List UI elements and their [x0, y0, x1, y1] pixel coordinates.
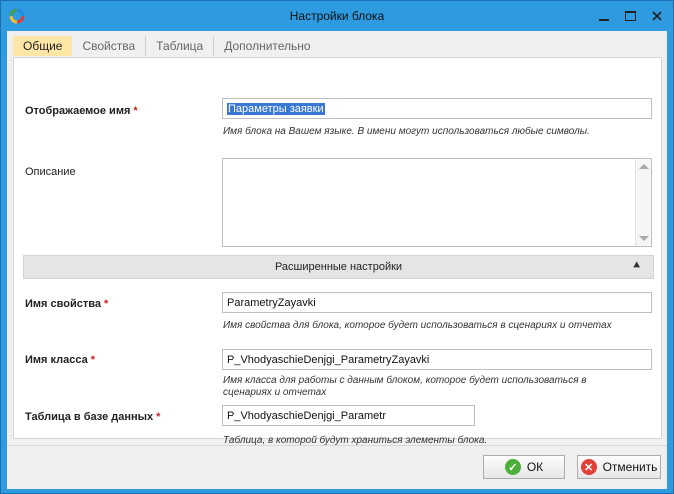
class-name-label: Имя класса * [25, 354, 95, 366]
cancel-button[interactable]: ✕ Отменить [577, 455, 661, 479]
maximize-button[interactable] [619, 6, 641, 26]
double-chevron-up-icon: ⯅ [632, 260, 641, 272]
check-icon: ✓ [504, 459, 521, 475]
description-scrollbar[interactable] [635, 159, 651, 246]
required-marker: * [90, 354, 96, 366]
maximize-icon [624, 11, 636, 21]
class-name-label-text: Имя класса [25, 354, 88, 366]
dialog-body: Общие Свойства Таблица Дополнительно Ото… [7, 31, 667, 489]
display-name-hint: Имя блока на Вашем языке. В имени могут … [223, 126, 590, 137]
tab-additional[interactable]: Дополнительно [214, 36, 320, 56]
required-marker: * [103, 298, 109, 310]
general-tab-panel: Отображаемое имя * Параметры заявки Имя б… [13, 57, 662, 446]
close-icon [652, 11, 662, 21]
display-name-input[interactable]: Параметры заявки [222, 98, 652, 119]
class-name-input[interactable]: P_VhodyaschieDenjgi_ParametryZayavki [222, 349, 652, 370]
tab-general[interactable]: Общие [13, 36, 73, 56]
ok-button-label: ОК [526, 460, 544, 474]
window-title: Настройки блока [289, 9, 385, 23]
advanced-settings-toggle[interactable]: Расширенные настройки ⯅ [23, 255, 654, 279]
cancel-icon: ✕ [580, 459, 597, 475]
description-textarea[interactable] [222, 158, 652, 247]
property-name-label-text: Имя свойства [25, 298, 101, 310]
tab-strip: Общие Свойства Таблица Дополнительно [13, 36, 321, 56]
property-name-input[interactable]: ParametryZayavki [222, 292, 652, 313]
scroll-down-icon[interactable] [639, 236, 649, 241]
display-name-label-text: Отображаемое имя [25, 105, 131, 117]
display-name-label: Отображаемое имя * [25, 105, 138, 117]
required-marker: * [156, 411, 161, 423]
close-button[interactable] [646, 6, 668, 26]
scroll-up-icon[interactable] [639, 164, 649, 169]
required-marker: * [133, 105, 138, 117]
minimize-button[interactable] [593, 6, 615, 26]
description-label: Описание [25, 166, 76, 178]
advanced-settings-label: Расширенные настройки [274, 261, 403, 273]
property-name-hint: Имя свойства для блока, которое будет ис… [223, 320, 612, 331]
title-bar[interactable]: Настройки блока [1, 1, 673, 31]
tab-table[interactable]: Таблица [146, 36, 215, 56]
display-name-value: Параметры заявки [227, 102, 325, 115]
footer-divider [7, 445, 667, 446]
class-name-hint: Имя класса для работы с данным блоком, к… [223, 375, 587, 398]
db-table-value: P_VhodyaschieDenjgi_Parametr [227, 409, 386, 422]
ok-button[interactable]: ✓ ОК [483, 455, 565, 479]
db-table-label: Таблица в базе данных * [25, 411, 160, 423]
property-name-value: ParametryZayavki [227, 296, 316, 309]
dialog-window: Настройки блока Общие Свойства Таблица Д… [0, 0, 674, 494]
class-name-value: P_VhodyaschieDenjgi_ParametryZayavki [227, 353, 430, 366]
minimize-icon [599, 19, 609, 21]
db-table-input[interactable]: P_VhodyaschieDenjgi_Parametr [222, 405, 475, 426]
db-table-label-text: Таблица в базе данных [25, 411, 154, 423]
property-name-label: Имя свойства * [25, 298, 108, 310]
cancel-button-label: Отменить [602, 460, 658, 474]
tab-properties[interactable]: Свойства [72, 36, 147, 56]
